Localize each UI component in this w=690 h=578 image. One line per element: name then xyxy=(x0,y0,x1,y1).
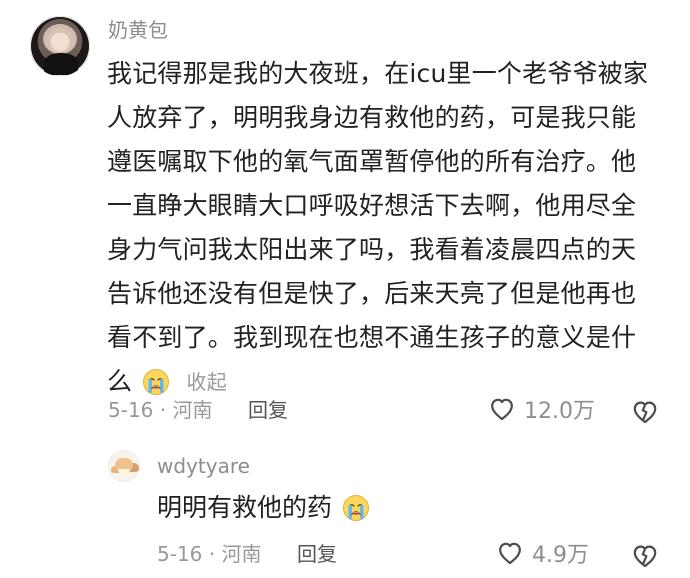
like-button[interactable]: 4.9万 xyxy=(496,537,589,569)
comment-line: 我记得那是我的大夜班，在icu里一个老爷爷被家 xyxy=(107,59,649,88)
like-button[interactable]: 12.0万 xyxy=(488,393,595,425)
reply-meta: 5-16 · 河南 xyxy=(157,542,262,566)
dislike-button[interactable] xyxy=(630,542,660,574)
comment-thread: 奶黄包 我记得那是我的大夜班，在icu里一个老爷爷被家 人放弃了，明明我身边有救… xyxy=(0,0,690,578)
comment-line: 告诉他还没有但是快了，后来天亮了但是他再也 xyxy=(107,279,637,308)
comment-line: 遵医嘱取下他的氧气面罩暂停他的所有治疗。他 xyxy=(107,147,637,176)
comment-meta: 5-16 · 河南 xyxy=(108,398,213,422)
comment-line: 身力气问我太阳出来了吗，我看着凌晨四点的天 xyxy=(107,235,637,264)
comment-body: 我记得那是我的大夜班，在icu里一个老爷爷被家 人放弃了，明明我身边有救他的药，… xyxy=(107,52,662,404)
comment-line: 一直睁大眼睛大口呼吸好想活下去啊，他用尽全 xyxy=(107,191,637,220)
heart-icon xyxy=(496,539,524,567)
like-count: 12.0万 xyxy=(524,399,595,424)
reply-body: 明明有救他的药 xyxy=(157,490,378,526)
comment-line: 人放弃了，明明我身边有救他的药，可是我只能 xyxy=(107,103,637,132)
reply-text: 明明有救他的药 xyxy=(157,493,333,522)
comment-line: 看不到了。我到现在也想不通生孩子的意义是什 xyxy=(107,323,637,352)
like-count: 4.9万 xyxy=(532,543,589,568)
crying-face-emoji-icon xyxy=(142,368,170,396)
heart-icon xyxy=(488,395,516,423)
broken-heart-icon xyxy=(630,398,660,426)
crying-face-emoji-icon xyxy=(342,494,370,522)
avatar[interactable] xyxy=(30,16,90,76)
reply-author-name[interactable]: wdytyare xyxy=(157,452,250,480)
reply-button[interactable]: 回复 xyxy=(297,540,337,568)
dislike-button[interactable] xyxy=(630,398,660,430)
avatar[interactable] xyxy=(108,450,140,482)
comment-line: 么 xyxy=(107,367,133,396)
comment-author-name[interactable]: 奶黄包 xyxy=(108,16,168,44)
broken-heart-icon xyxy=(630,542,660,570)
reply-button[interactable]: 回复 xyxy=(248,396,288,424)
